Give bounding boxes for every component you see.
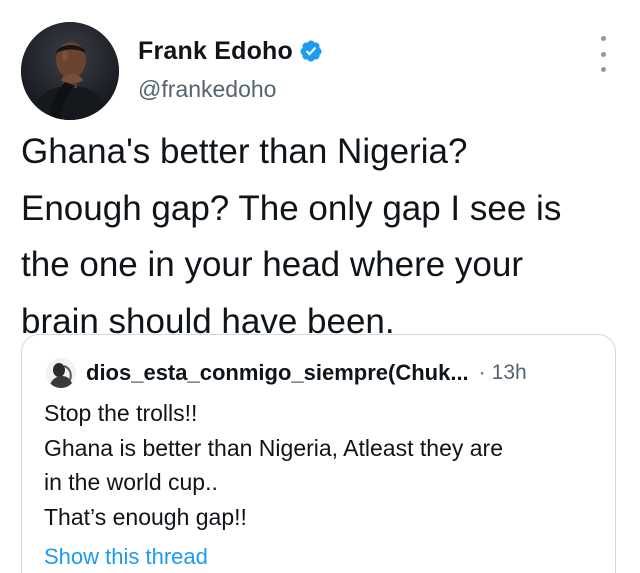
tweet-text-line: Enough gap? The only gap I see is (21, 188, 562, 228)
dot-separator: · (478, 361, 486, 384)
tweet-text: Ghana's better than Nigeria? Enough gap?… (21, 124, 621, 350)
show-thread-link[interactable]: Show this thread (44, 544, 208, 570)
verified-badge-icon (299, 39, 323, 63)
quoted-text-line: in the world cup.. (44, 469, 218, 495)
more-vertical-icon[interactable] (591, 36, 615, 72)
avatar-photo (21, 22, 119, 120)
author-row: Frank Edoho (138, 34, 323, 68)
tweet: Frank Edoho @frankedoho Ghana's better t… (0, 0, 640, 573)
tweet-text-line: Ghana's better than Nigeria? (21, 132, 468, 171)
quoted-author-name[interactable]: dios_esta_conmigo_siempre(Chuk... (86, 360, 469, 386)
quoted-text-line: That’s enough gap!! (44, 503, 247, 530)
quoted-tweet-time[interactable]: 13h (492, 361, 527, 385)
avatar[interactable] (21, 22, 119, 120)
quoted-tweet-text: Stop the trolls!! Ghana is better than N… (44, 396, 503, 534)
author-handle[interactable]: @frankedoho (138, 76, 276, 103)
quoted-author-avatar (46, 358, 76, 388)
tweet-text-line: the one in your head where your (21, 245, 523, 284)
quoted-text-line: Ghana is better than Nigeria, Atleast th… (44, 434, 503, 461)
author-name[interactable]: Frank Edoho (138, 37, 293, 66)
quoted-tweet-header: dios_esta_conmigo_siempre(Chuk... · 13h (46, 357, 527, 389)
quoted-text-line: Stop the trolls!! (44, 400, 198, 426)
quoted-tweet-card[interactable]: dios_esta_conmigo_siempre(Chuk... · 13h … (21, 334, 616, 573)
